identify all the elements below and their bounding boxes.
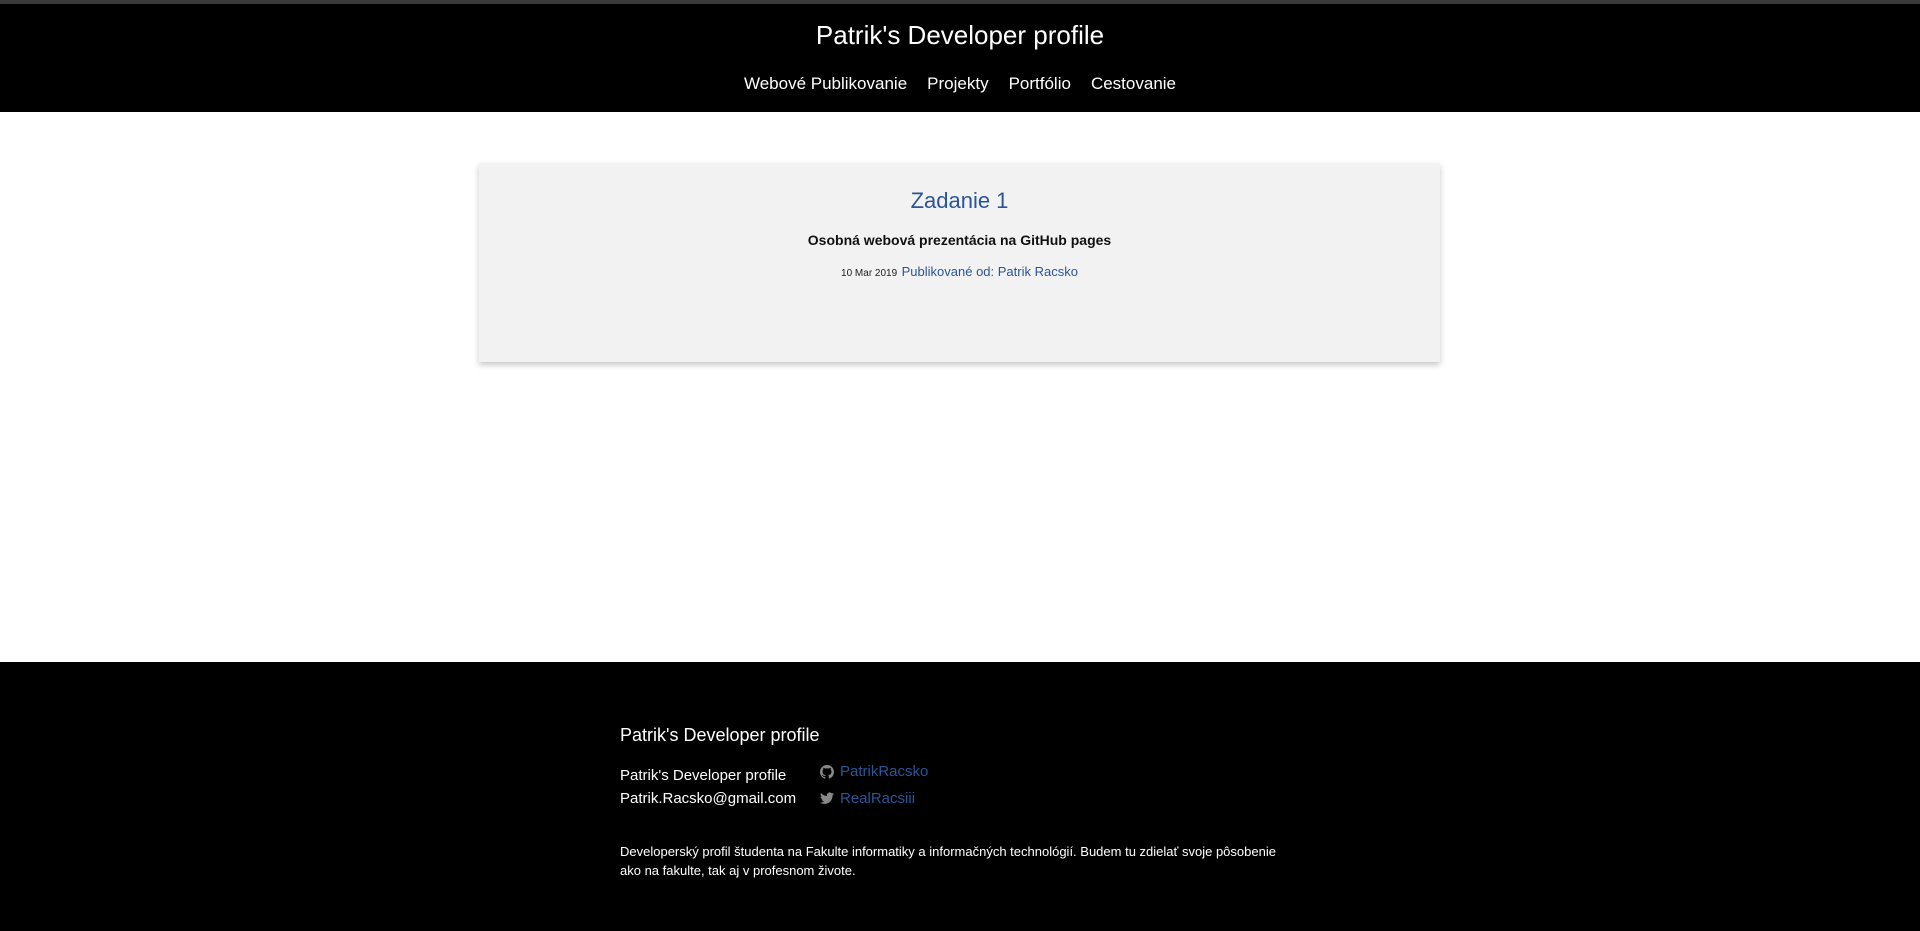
post-title-link[interactable]: Zadanie 1 — [479, 187, 1440, 215]
footer-name: Patrik's Developer profile — [620, 767, 787, 784]
post-meta: 10 Mar 2019 Publikované od: Patrik Racsk… — [479, 263, 1440, 283]
twitter-username-link[interactable]: RealRacsiii — [840, 785, 915, 812]
github-username-link[interactable]: PatrikRacsko — [840, 758, 928, 785]
nav-item-projekty[interactable]: Projekty — [917, 72, 998, 96]
main-nav: Webové Publikovanie Projekty Portfólio C… — [0, 72, 1920, 96]
nav-item-cestovanie[interactable]: Cestovanie — [1081, 72, 1186, 96]
footer-description: Developerský profil študenta na Fakulte … — [620, 844, 1276, 878]
site-footer: Patrik's Developer profile Patrik's Deve… — [0, 662, 1920, 931]
footer-heading: Patrik's Developer profile — [620, 725, 820, 745]
post-excerpt: Osobná webová prezentácia na GitHub page… — [807, 232, 1112, 248]
footer-columns: Patrik's Developer profile Patrik.Racsko… — [620, 763, 1300, 812]
footer-social: PatrikRacsko RealRacsiii — [820, 758, 928, 812]
github-icon — [820, 764, 834, 779]
main-content: Zadanie 1 Osobná webová prezentácia na G… — [0, 112, 1920, 662]
nav-item-portfolio[interactable]: Portfólio — [999, 72, 1081, 96]
post-card: Zadanie 1 Osobná webová prezentácia na G… — [479, 163, 1440, 362]
post-author-link[interactable]: Publikované od: Patrik Racsko — [902, 264, 1078, 279]
post-date: 10 Mar 2019 — [841, 268, 898, 279]
footer-inner: Patrik's Developer profile Patrik's Deve… — [620, 724, 1300, 880]
nav-item-webove-publikovanie[interactable]: Webové Publikovanie — [734, 72, 917, 96]
site-title[interactable]: Patrik's Developer profile — [0, 18, 1920, 52]
twitter-icon — [820, 792, 834, 805]
social-twitter: RealRacsiii — [820, 785, 928, 812]
footer-contact: Patrik's Developer profile Patrik.Racsko… — [620, 764, 820, 812]
site-header: Patrik's Developer profile Webové Publik… — [0, 4, 1920, 112]
footer-email: Patrik.Racsko@gmail.com — [620, 790, 797, 807]
social-github: PatrikRacsko — [820, 758, 928, 785]
